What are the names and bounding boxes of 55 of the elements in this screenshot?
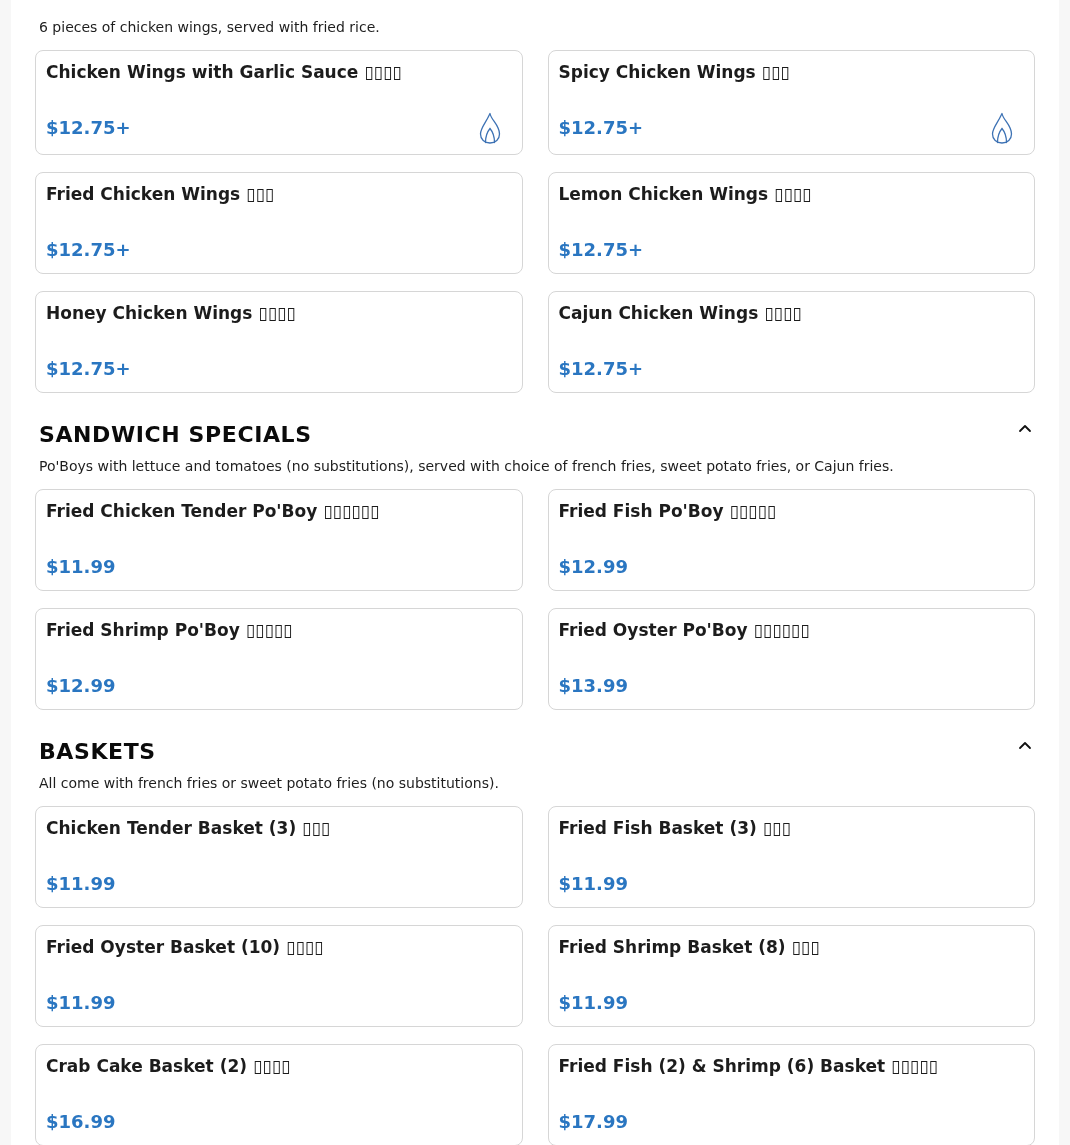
menu-item-card[interactable]: Fried Chicken Wings ▯▯▯ $12.75+ xyxy=(35,172,523,274)
collapse-chevron-icon[interactable] xyxy=(1017,423,1033,433)
item-name: Lemon Chicken Wings ▯▯▯▯ xyxy=(558,183,813,205)
menu-item-card[interactable]: Fried Fish Basket (3) ▯▯▯ $11.99 xyxy=(547,806,1035,908)
item-name: Fried Oyster Po'Boy ▯▯▯▯▯▯ xyxy=(558,619,811,641)
item-name: Honey Chicken Wings ▯▯▯▯ xyxy=(46,302,297,324)
menu-item-card[interactable]: Chicken Wings with Garlic Sauce ▯▯▯▯ $12.75+ xyxy=(35,50,523,155)
item-price: $17.99 xyxy=(558,1110,628,1134)
item-name: Fried Shrimp Basket (8) ▯▯▯ xyxy=(558,936,821,958)
menu-item-card[interactable]: Honey Chicken Wings ▯▯▯▯ $12.75+ xyxy=(35,291,523,393)
section-title: BASKETS xyxy=(39,738,156,766)
menu-item-card[interactable]: Fried Shrimp Basket (8) ▯▯▯ $11.99 xyxy=(547,925,1035,1027)
item-name: Fried Oyster Basket (10) ▯▯▯▯ xyxy=(46,936,325,958)
menu-item-card[interactable]: Cajun Chicken Wings ▯▯▯▯ $12.75+ xyxy=(547,291,1035,393)
item-name: Chicken Tender Basket (3) ▯▯▯ xyxy=(46,817,332,839)
item-name: Cajun Chicken Wings ▯▯▯▯ xyxy=(558,302,803,324)
section-description: All come with french fries or sweet potato fries (no substitutions). xyxy=(38,774,500,793)
item-price: $11.99 xyxy=(558,991,628,1015)
menu-item-card[interactable]: Lemon Chicken Wings ▯▯▯▯ $12.75+ xyxy=(547,172,1035,274)
item-price: $12.99 xyxy=(46,674,116,698)
item-name: Fried Chicken Tender Po'Boy ▯▯▯▯▯▯ xyxy=(46,500,381,522)
item-price: $11.99 xyxy=(46,872,116,896)
item-name: Fried Shrimp Po'Boy ▯▯▯▯▯ xyxy=(46,619,294,641)
item-price: $13.99 xyxy=(558,674,628,698)
item-price: $11.99 xyxy=(558,872,628,896)
item-name: Fried Chicken Wings ▯▯▯ xyxy=(46,183,276,205)
menu-item-card[interactable]: Crab Cake Basket (2) ▯▯▯▯ $16.99 xyxy=(35,1044,523,1145)
item-price: $11.99 xyxy=(46,555,116,579)
menu-item-card[interactable]: Fried Fish Po'Boy ▯▯▯▯▯ $12.99 xyxy=(547,489,1035,591)
menu-item-card[interactable]: Fried Oyster Po'Boy ▯▯▯▯▯▯ $13.99 xyxy=(547,608,1035,710)
item-price: $16.99 xyxy=(46,1110,116,1134)
item-price: $12.75+ xyxy=(46,238,131,262)
section-description: Po'Boys with lettuce and tomatoes (no substitutions), served with choice of french fries, sweet potato fries, or Cajun fries. xyxy=(38,457,895,476)
menu-item-card[interactable]: Fried Fish (2) & Shrimp (6) Basket ▯▯▯▯▯ $17.99 xyxy=(547,1044,1035,1145)
item-price: $11.99 xyxy=(46,991,116,1015)
section-description: 6 pieces of chicken wings, served with fried rice. xyxy=(38,18,381,37)
item-price: $12.75+ xyxy=(46,116,131,140)
item-name: Fried Fish Po'Boy ▯▯▯▯▯ xyxy=(558,500,778,522)
menu-item-card[interactable]: Fried Shrimp Po'Boy ▯▯▯▯▯ $12.99 xyxy=(35,608,523,710)
item-name: Chicken Wings with Garlic Sauce ▯▯▯▯ xyxy=(46,61,403,83)
collapse-chevron-icon[interactable] xyxy=(1017,740,1033,750)
item-price: $12.75+ xyxy=(558,116,644,140)
section-title: SANDWICH SPECIALS xyxy=(39,421,312,449)
item-name: Crab Cake Basket (2) ▯▯▯▯ xyxy=(46,1055,292,1077)
menu-item-card[interactable]: Fried Oyster Basket (10) ▯▯▯▯ $11.99 xyxy=(35,925,523,1027)
item-price: $12.75+ xyxy=(558,357,644,381)
item-name: Fried Fish (2) & Shrimp (6) Basket ▯▯▯▯▯ xyxy=(558,1055,939,1077)
menu-item-card[interactable]: Fried Chicken Tender Po'Boy ▯▯▯▯▯▯ $11.99 xyxy=(35,489,523,591)
item-price: $12.75+ xyxy=(46,357,131,381)
item-name: Spicy Chicken Wings ▯▯▯ xyxy=(558,61,791,83)
item-price: $12.75+ xyxy=(558,238,644,262)
item-name: Fried Fish Basket (3) ▯▯▯ xyxy=(558,817,792,839)
menu-item-card[interactable]: Chicken Tender Basket (3) ▯▯▯ $11.99 xyxy=(35,806,523,908)
menu-item-card[interactable]: Spicy Chicken Wings ▯▯▯ $12.75+ xyxy=(547,50,1035,155)
item-price: $12.99 xyxy=(558,555,628,579)
